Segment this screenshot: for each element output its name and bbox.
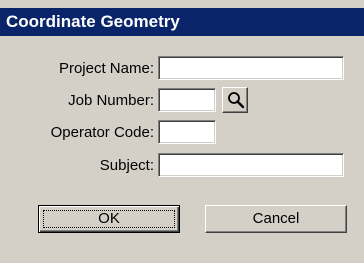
ok-button[interactable]: OK [38, 205, 180, 233]
job-number-field[interactable] [158, 88, 216, 112]
project-name-field[interactable] [158, 56, 344, 80]
operator-code-label: Operator Code: [50, 124, 154, 141]
job-search-button[interactable] [222, 87, 248, 113]
title-bar: Coordinate Geometry [0, 8, 364, 36]
cancel-button[interactable]: Cancel [205, 205, 347, 233]
operator-code-field[interactable] [158, 120, 216, 144]
job-number-label: Job Number: [68, 92, 154, 109]
coordinate-geometry-dialog: Coordinate Geometry Project Name: Job Nu… [0, 0, 364, 263]
subject-field[interactable] [158, 153, 344, 177]
window-title: Coordinate Geometry [6, 12, 180, 31]
ok-button-label: OK [98, 210, 120, 227]
cancel-button-label: Cancel [252, 210, 300, 227]
magnifier-icon [228, 92, 245, 109]
subject-label: Subject: [99, 157, 154, 174]
project-name-label: Project Name: [58, 60, 154, 77]
